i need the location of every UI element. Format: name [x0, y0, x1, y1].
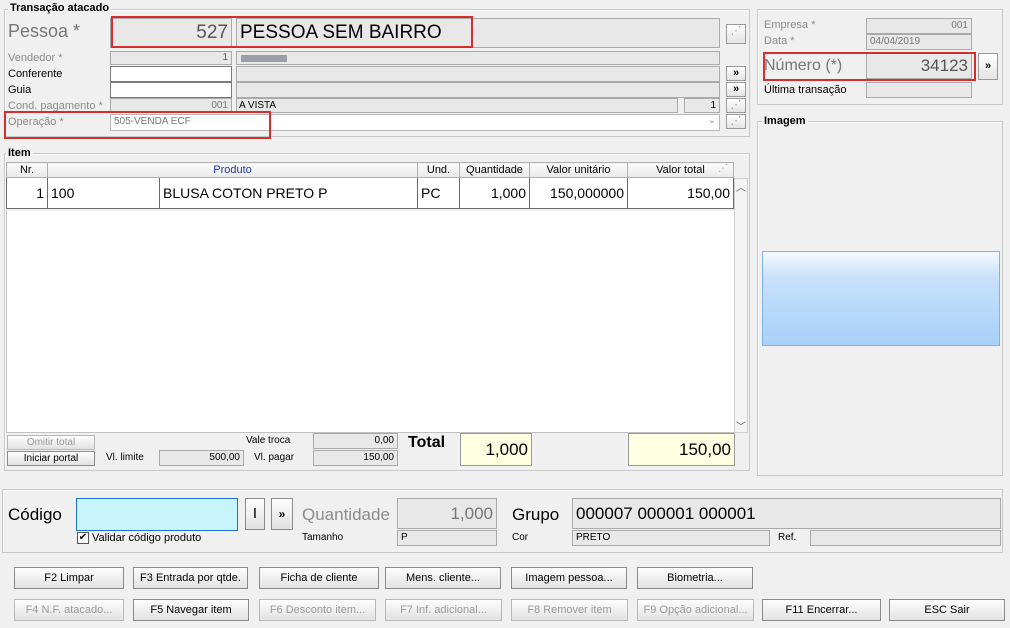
table-options-icon[interactable]: ⋰: [714, 163, 732, 177]
f4-nf-atacado-button[interactable]: F4 N.F. atacado...: [14, 599, 124, 621]
esc-sair-button[interactable]: ESC Sair: [889, 599, 1005, 621]
column-und[interactable]: Und.: [417, 162, 460, 178]
quantidade-label: Quantidade: [302, 505, 390, 524]
scroll-down-icon[interactable]: ﹀: [735, 418, 747, 433]
cell-valor-total: 150,00: [627, 177, 734, 209]
cond-pagamento-lookup-button[interactable]: ⋰: [726, 98, 746, 113]
ultima-transacao-field: [866, 82, 972, 98]
item-table-body: [6, 211, 734, 433]
data-field[interactable]: 04/04/2019: [866, 34, 972, 50]
iniciar-portal-button[interactable]: Iniciar portal: [7, 451, 95, 466]
cond-pagamento-name: A VISTA: [236, 98, 678, 113]
table-row[interactable]: 1 100 BLUSA COTON PRETO P PC 1,000 150,0…: [6, 177, 734, 209]
vale-troca-label: Vale troca: [246, 435, 291, 446]
operacao-highlight: [4, 111, 271, 139]
pessoa-lookup-button[interactable]: ⋰: [726, 24, 746, 44]
column-valor-unitario[interactable]: Valor unitário: [529, 162, 628, 178]
vl-limite-field: 500,00: [159, 450, 244, 466]
conferente-field[interactable]: [110, 66, 232, 82]
vl-pagar-field: 150,00: [313, 450, 398, 466]
f3-entrada-button[interactable]: F3 Entrada por qtde.: [133, 567, 248, 589]
vendedor-label: Vendedor *: [8, 52, 63, 64]
numero-more-button[interactable]: »: [978, 53, 998, 80]
f8-remover-item-button[interactable]: F8 Remover item: [511, 599, 628, 621]
f2-limpar-button[interactable]: F2 Limpar: [14, 567, 124, 589]
empresa-label: Empresa *: [764, 19, 816, 31]
vl-pagar-label: Vl. pagar: [254, 452, 295, 463]
chevron-down-icon[interactable]: ⌄: [708, 115, 716, 126]
f6-desconto-item-button[interactable]: F6 Desconto item...: [259, 599, 376, 621]
f5-navegar-item-button[interactable]: F5 Navegar item: [133, 599, 249, 621]
total-label: Total: [408, 434, 446, 451]
imagem-title: Imagem: [762, 115, 808, 127]
mens-cliente-button[interactable]: Mens. cliente...: [385, 567, 501, 589]
f11-encerrar-button[interactable]: F11 Encerrar...: [762, 599, 881, 621]
data-label: Data *: [764, 35, 795, 47]
quantidade-field[interactable]: 1,000: [397, 498, 497, 529]
vendedor-name-redacted: [241, 55, 287, 62]
conferente-label: Conferente: [8, 68, 63, 80]
cell-quantidade: 1,000: [459, 177, 530, 209]
tamanho-label: Tamanho: [302, 532, 344, 543]
operacao-lookup-button[interactable]: ⋰: [726, 114, 746, 129]
vendedor-name-field: [236, 51, 720, 65]
validar-checkbox[interactable]: ✔: [77, 532, 89, 544]
tamanho-field: P: [397, 530, 497, 546]
cor-field: PRETO: [572, 530, 770, 546]
cell-produto: BLUSA COTON PRETO P: [159, 177, 418, 209]
guia-label: Guia: [8, 84, 32, 96]
cell-valor-unitario: 150,000000: [529, 177, 628, 209]
item-table: Nr. Produto Und. Quantidade Valor unitár…: [6, 162, 734, 209]
numero-highlight: [763, 52, 976, 81]
pessoa-label: Pessoa *: [8, 21, 81, 41]
validar-label[interactable]: Validar código produto: [92, 532, 201, 544]
cell-nr: 1: [6, 177, 48, 209]
guia-more-button[interactable]: »: [726, 82, 746, 97]
empresa-field[interactable]: 001: [866, 18, 972, 34]
cell-und: PC: [417, 177, 460, 209]
vertical-scrollbar[interactable]: ︿ ﹀: [734, 178, 748, 433]
cond-pagamento-parcelas[interactable]: 1: [684, 98, 720, 113]
item-title: Item: [6, 147, 33, 159]
f9-opcao-adicional-button[interactable]: F9 Opção adicional...: [637, 599, 754, 621]
total-valor-field: 150,00: [628, 433, 735, 466]
ficha-cliente-button[interactable]: Ficha de cliente: [259, 567, 379, 589]
column-quantidade[interactable]: Quantidade: [459, 162, 530, 178]
codigo-more-button[interactable]: »: [271, 498, 293, 530]
grupo-label: Grupo: [512, 505, 560, 524]
vale-troca-field: 0,00: [313, 433, 398, 449]
codigo-input[interactable]: [76, 498, 238, 531]
column-nr[interactable]: Nr.: [6, 162, 48, 178]
vl-limite-label: Vl. limite: [106, 452, 144, 463]
vendedor-code-field[interactable]: 1: [110, 51, 232, 65]
ref-label: Ref.: [778, 532, 797, 543]
biometria-button[interactable]: Biometria...: [637, 567, 753, 589]
imagem-pessoa-button[interactable]: Imagem pessoa...: [511, 567, 627, 589]
scroll-up-icon[interactable]: ︿: [735, 179, 747, 194]
omitir-total-button[interactable]: Omitir total: [7, 435, 95, 450]
conferente-more-button[interactable]: »: [726, 66, 746, 81]
cor-label: Cor: [512, 532, 529, 543]
pessoa-highlight: [111, 16, 473, 48]
grupo-field: 000007 000001 000001: [572, 498, 1001, 529]
pessoa-image: [762, 251, 1000, 346]
guia-field[interactable]: [110, 82, 232, 98]
ref-field: [810, 530, 1001, 546]
guia-name-field: [236, 82, 720, 98]
codigo-label: Código: [8, 505, 62, 524]
cell-codigo: 100: [47, 177, 160, 209]
transacao-title: Transação atacado: [8, 2, 112, 14]
column-produto[interactable]: Produto: [47, 162, 418, 178]
total-quantidade-field: 1,000: [460, 433, 532, 466]
ultima-transacao-label: Última transação: [764, 84, 847, 96]
f7-inf-adicional-button[interactable]: F7 Inf. adicional...: [385, 599, 502, 621]
i-button[interactable]: I: [245, 498, 265, 530]
conferente-name-field: [236, 66, 720, 82]
